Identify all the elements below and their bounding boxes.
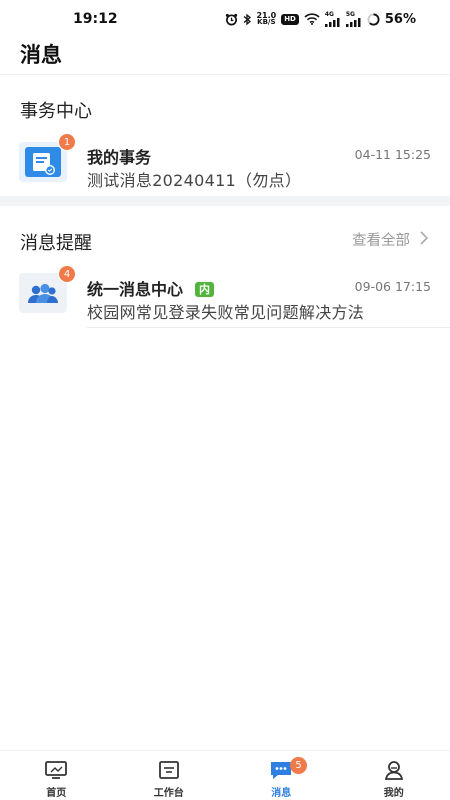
bottom-tab-bar: 首页 工作台 消息 5 我的 [0, 750, 450, 800]
item-title: 统一消息中心 [87, 280, 184, 299]
tab-badge: 5 [290, 757, 307, 774]
item-subtitle: 测试消息20240411（勿点） [87, 171, 302, 190]
item-time: 09-06 17:15 [354, 279, 431, 294]
status-bar: 19:12 21.0 KB/S HD 4G 5G 56% [0, 0, 450, 38]
battery-percent: 56% [384, 11, 416, 27]
hd-icon: HD [281, 13, 299, 25]
item-time: 04-11 15:25 [354, 147, 431, 162]
status-icons: 21.0 KB/S HD 4G 5G 56% [225, 11, 416, 27]
internal-tag: 内 [195, 282, 215, 297]
signal-sim2-icon: 5G [345, 11, 362, 27]
wifi-icon [304, 13, 320, 25]
view-all-label: 查看全部 [352, 233, 410, 249]
page-title: 消息 [20, 43, 62, 67]
section-title-reminders: 消息提醒 [20, 233, 92, 254]
section-separator [0, 196, 450, 206]
header-divider [0, 74, 450, 75]
list-item-unified-message[interactable]: 4 统一消息中心内 09-06 17:15 校园网常见登录失败常见问题解决方法 [0, 265, 450, 326]
section-title-affairs: 事务中心 [20, 101, 92, 122]
battery-icon [367, 12, 380, 26]
view-all-link[interactable]: 查看全部 [352, 229, 429, 250]
network-speed: 21.0 KB/S [256, 12, 276, 26]
unread-badge: 4 [58, 265, 76, 283]
tab-label: 首页 [46, 788, 67, 799]
tab-mine[interactable]: 我的 [338, 751, 450, 800]
item-title-wrap: 统一消息中心内 [87, 276, 215, 300]
list-divider [87, 327, 450, 328]
tab-home[interactable]: 首页 [0, 751, 113, 800]
item-subtitle: 校园网常见登录失败常见问题解决方法 [87, 303, 365, 322]
unread-badge: 1 [58, 133, 76, 151]
tab-workbench[interactable]: 工作台 [113, 751, 226, 800]
bluetooth-icon [243, 13, 252, 26]
chevron-right-icon [420, 230, 429, 249]
list-item-my-affairs[interactable]: 1 我的事务 04-11 15:25 测试消息20240411（勿点） [0, 133, 450, 192]
tab-label: 消息 [271, 788, 292, 799]
workbench-icon [156, 759, 182, 781]
profile-icon [381, 759, 407, 781]
alarm-icon [225, 13, 238, 26]
monitor-icon [43, 759, 69, 781]
tab-messages[interactable]: 消息 5 [225, 751, 338, 800]
net-speed-unit: KB/S [257, 18, 276, 26]
signal-sim1-icon: 4G [324, 11, 341, 27]
item-title: 我的事务 [87, 148, 152, 167]
status-time: 19:12 [73, 11, 118, 27]
tab-label: 我的 [383, 788, 404, 799]
tab-label: 工作台 [153, 788, 184, 799]
